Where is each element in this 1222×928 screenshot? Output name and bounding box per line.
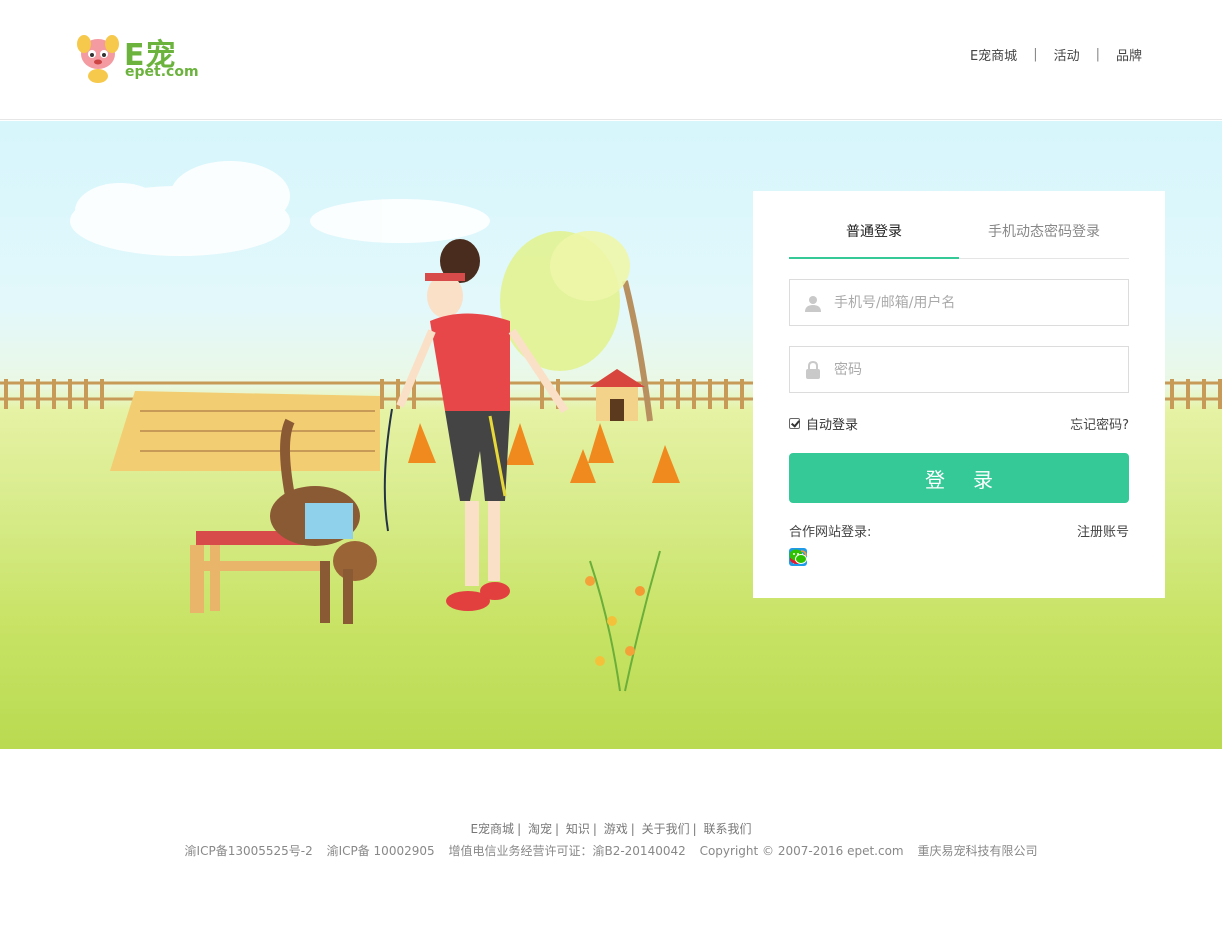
telecom-license: 增值电信业务经营许可证：渝B2-20140042: [448, 844, 686, 858]
wechat-icon[interactable]: [789, 548, 915, 566]
auto-login-label: 自动登录: [806, 418, 859, 433]
footer-separator: |: [517, 822, 522, 836]
forgot-password-link[interactable]: 忘记密码?: [1070, 414, 1129, 433]
icp-record-2: 渝ICP备 10002905: [326, 844, 435, 858]
partner-login-label: 合作网站登录:: [789, 525, 872, 540]
weibo-icon[interactable]: [790, 548, 879, 566]
footer-separator: |: [630, 822, 635, 836]
user-icon: [805, 296, 821, 312]
footer-link-mall[interactable]: E宠商城: [470, 822, 514, 836]
register-link[interactable]: 注册账号: [1077, 521, 1129, 540]
nav-separator: |: [1033, 47, 1038, 62]
pet-mascot-icon: [77, 35, 119, 83]
flowers: [585, 550, 661, 692]
footer-link-about[interactable]: 关于我们: [642, 822, 690, 836]
login-button[interactable]: 登录: [789, 453, 1129, 503]
hero-banner: 普通登录 手机动态密码登录 自动登录 忘记密码? 登录 合作网: [0, 121, 1222, 749]
tab-normal-login[interactable]: 普通登录: [789, 217, 959, 259]
nav-activity-link[interactable]: 活动: [1054, 45, 1080, 64]
password-input[interactable]: [834, 347, 1124, 392]
alipay-icon[interactable]: [789, 548, 843, 566]
epet-logo[interactable]: E宠 epet.com: [76, 34, 199, 86]
password-field: [789, 346, 1129, 393]
copyright: Copyright © 2007-2016 epet.com: [699, 844, 904, 858]
username-field: [789, 279, 1129, 326]
dog-house: [590, 369, 645, 421]
tab-sms-login[interactable]: 手机动态密码登录: [959, 217, 1129, 258]
nav-mall-link[interactable]: E宠商城: [970, 45, 1017, 64]
wooden-ramp: [110, 391, 380, 471]
login-options: 自动登录 忘记密码?: [789, 413, 1129, 433]
footer-links: E宠商城 | 淘宠 | 知识 | 游戏 | 关于我们 | 联系我们: [0, 820, 1222, 837]
icp-record-1: 渝ICP备13005525号-2: [184, 844, 313, 858]
login-tabs: 普通登录 手机动态密码登录: [789, 217, 1129, 259]
footer-separator: |: [692, 822, 697, 836]
footer-link-knowledge[interactable]: 知识: [566, 822, 590, 836]
checkbox-checked-icon: [789, 418, 800, 429]
username-input[interactable]: [834, 280, 1124, 325]
nav-separator: |: [1095, 47, 1100, 62]
footer-separator: |: [592, 822, 597, 836]
footer-separator: |: [554, 822, 559, 836]
footer-link-contact[interactable]: 联系我们: [704, 822, 752, 836]
footer-link-taochong[interactable]: 淘宠: [528, 822, 552, 836]
lock-icon: [806, 361, 820, 379]
footer-link-games[interactable]: 游戏: [604, 822, 628, 836]
top-nav: E宠商城 | 活动 | 品牌: [970, 45, 1142, 64]
footer-info: 渝ICP备13005525号-2 渝ICP备 10002905 增值电信业务经营…: [0, 842, 1222, 859]
login-panel: 普通登录 手机动态密码登录 自动登录 忘记密码? 登录 合作网: [753, 191, 1165, 598]
auto-login-checkbox[interactable]: 自动登录: [789, 414, 858, 433]
company-name: 重庆易宠科技有限公司: [917, 844, 1038, 858]
nav-brand-link[interactable]: 品牌: [1116, 45, 1142, 64]
logo-domain: epet.com: [125, 64, 199, 80]
clouds: [70, 161, 490, 256]
site-header: E宠 epet.com E宠商城 | 活动 | 品牌: [0, 0, 1222, 120]
social-login-icons: [789, 548, 915, 566]
